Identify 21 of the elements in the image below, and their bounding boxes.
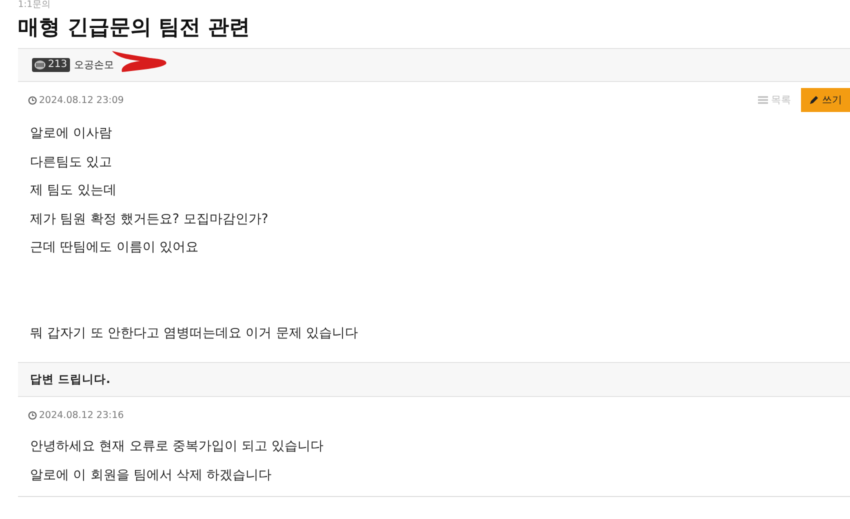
board-name: 1:1문의 [18, 0, 50, 11]
body-text: 다른팀도 있고 [30, 154, 112, 172]
reply-text: 안녕하세요 현재 오류로 중복가입이 되고 있습니다 [30, 438, 324, 456]
reply-text: 알로에 이 회원을 팀에서 삭제 하겠습니다 [30, 466, 272, 484]
level-icon [34, 60, 46, 70]
post-title: 매형 긴급문의 팀전 관련 [18, 14, 250, 41]
clock-icon [28, 410, 37, 420]
post-date: 2024.08.12 23:16 [18, 410, 124, 420]
pencil-icon [809, 95, 819, 105]
body-text: 제가 팀원 확정 했거든요? 모집마감인가? [30, 210, 268, 228]
body-text: 근데 딴팀에도 이름이 있어요 [30, 239, 198, 257]
body-text: 제 팀도 있는데 [30, 182, 116, 200]
clock-icon [28, 96, 37, 104]
level-badge: 213 [32, 58, 70, 72]
author-name: 오공손모 [74, 59, 114, 72]
body-text: 뭐 갑자기 또 안한다고 염병떠는데요 이거 문제 있습니다 [30, 324, 358, 342]
reply-title: 답변 드립니다. [18, 362, 850, 397]
menu-icon [758, 96, 768, 104]
body-text: 알로에 이사람 [30, 125, 112, 143]
post-date: 2024.08.12 23:09 [18, 94, 124, 106]
write-button[interactable]: 쓰기 [801, 88, 850, 112]
